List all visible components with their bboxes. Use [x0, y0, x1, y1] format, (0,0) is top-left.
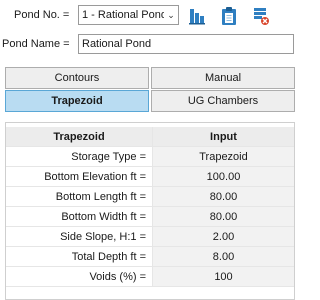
chevron-down-icon: ⌄: [167, 9, 175, 20]
side-slope-label: Side Slope, H:1 =: [6, 227, 153, 247]
bottom-length-value[interactable]: 80.00: [153, 187, 294, 207]
storage-type-label: Storage Type =: [6, 147, 153, 167]
bottom-width-value[interactable]: 80.00: [153, 207, 294, 227]
tab-ug-chambers[interactable]: UG Chambers: [151, 90, 295, 112]
trapezoid-input-grid: Trapezoid Input Storage Type = Trapezoid…: [5, 122, 295, 300]
voids-value[interactable]: 100: [153, 267, 294, 287]
table-row: Bottom Elevation ft = 100.00: [6, 167, 294, 187]
bottom-width-label: Bottom Width ft =: [6, 207, 153, 227]
pond-name-input[interactable]: Rational Pond: [78, 34, 294, 54]
table-row: Bottom Width ft = 80.00: [6, 207, 294, 227]
tab-trapezoid[interactable]: Trapezoid: [5, 90, 149, 112]
table-row: Total Depth ft = 8.00: [6, 247, 294, 267]
grid-header-input: Input: [153, 127, 294, 147]
table-row: Bottom Length ft = 80.00: [6, 187, 294, 207]
side-slope-value[interactable]: 2.00: [153, 227, 294, 247]
chart-icon[interactable]: [188, 6, 206, 26]
table-row: Side Slope, H:1 = 2.00: [6, 227, 294, 247]
pond-no-value: 1 - Rational Pond: [82, 9, 164, 21]
bottom-elevation-label: Bottom Elevation ft =: [6, 167, 153, 187]
pond-name-label: Pond Name =: [2, 38, 70, 50]
pond-no-select[interactable]: 1 - Rational Pond ⌄: [78, 5, 179, 25]
voids-label: Voids (%) =: [6, 267, 153, 287]
tab-contours[interactable]: Contours: [5, 67, 149, 89]
tab-manual[interactable]: Manual: [151, 67, 295, 89]
storage-type-value[interactable]: Trapezoid: [153, 147, 294, 167]
bottom-length-label: Bottom Length ft =: [6, 187, 153, 207]
table-row: Storage Type = Trapezoid: [6, 147, 294, 167]
total-depth-label: Total Depth ft =: [6, 247, 153, 267]
grid-header-row: Trapezoid Input: [6, 127, 294, 147]
delete-pond-icon[interactable]: [252, 6, 270, 26]
grid-header-trapezoid: Trapezoid: [6, 127, 153, 147]
bottom-elevation-value[interactable]: 100.00: [153, 167, 294, 187]
total-depth-value[interactable]: 8.00: [153, 247, 294, 267]
table-row: Voids (%) = 100: [6, 267, 294, 287]
clipboard-paste-icon[interactable]: [220, 6, 238, 26]
pond-no-label: Pond No. =: [14, 9, 70, 21]
